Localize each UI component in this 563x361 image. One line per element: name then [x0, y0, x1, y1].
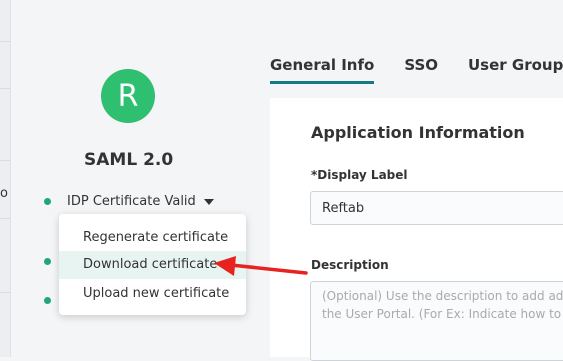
- general-info-panel: Application Information *Display Label D…: [270, 98, 563, 361]
- description-label: Description: [311, 258, 389, 272]
- certificate-status-dropdown[interactable]: IDP Certificate Valid: [44, 194, 214, 209]
- download-certificate-item[interactable]: Download certificate: [59, 251, 246, 279]
- tab-user-groups[interactable]: User Groups: [468, 56, 563, 84]
- divider: [0, 88, 10, 89]
- section-title: Application Information: [311, 123, 525, 142]
- certificate-menu: Regenerate certificate Download certific…: [59, 214, 246, 315]
- caret-down-icon: [203, 198, 214, 205]
- description-textarea[interactable]: (Optional) Use the description to add ad…: [310, 281, 563, 361]
- tab-sso[interactable]: SSO: [404, 56, 438, 84]
- certificate-status-label: IDP Certificate Valid: [67, 194, 196, 209]
- divider: [0, 218, 10, 219]
- divider: [0, 41, 10, 42]
- status-dot-icon: [44, 258, 51, 265]
- tab-bar: General Info SSO User Groups: [270, 56, 563, 84]
- divider: [0, 160, 10, 161]
- regenerate-certificate-item[interactable]: Regenerate certificate: [59, 224, 246, 252]
- sidebar-label-fragment: o: [0, 186, 8, 201]
- status-dot-icon: [44, 297, 51, 304]
- status-dot-icon: [44, 198, 51, 205]
- sidebar-edge: [0, 0, 11, 357]
- display-label-label: *Display Label: [311, 168, 408, 182]
- app-avatar: R: [101, 69, 155, 123]
- divider: [0, 292, 10, 293]
- upload-new-certificate-item[interactable]: Upload new certificate: [59, 280, 246, 308]
- tab-general-info[interactable]: General Info: [270, 56, 375, 84]
- display-label-input[interactable]: [310, 191, 563, 225]
- avatar-letter: R: [117, 78, 139, 114]
- app-name: SAML 2.0: [84, 150, 174, 170]
